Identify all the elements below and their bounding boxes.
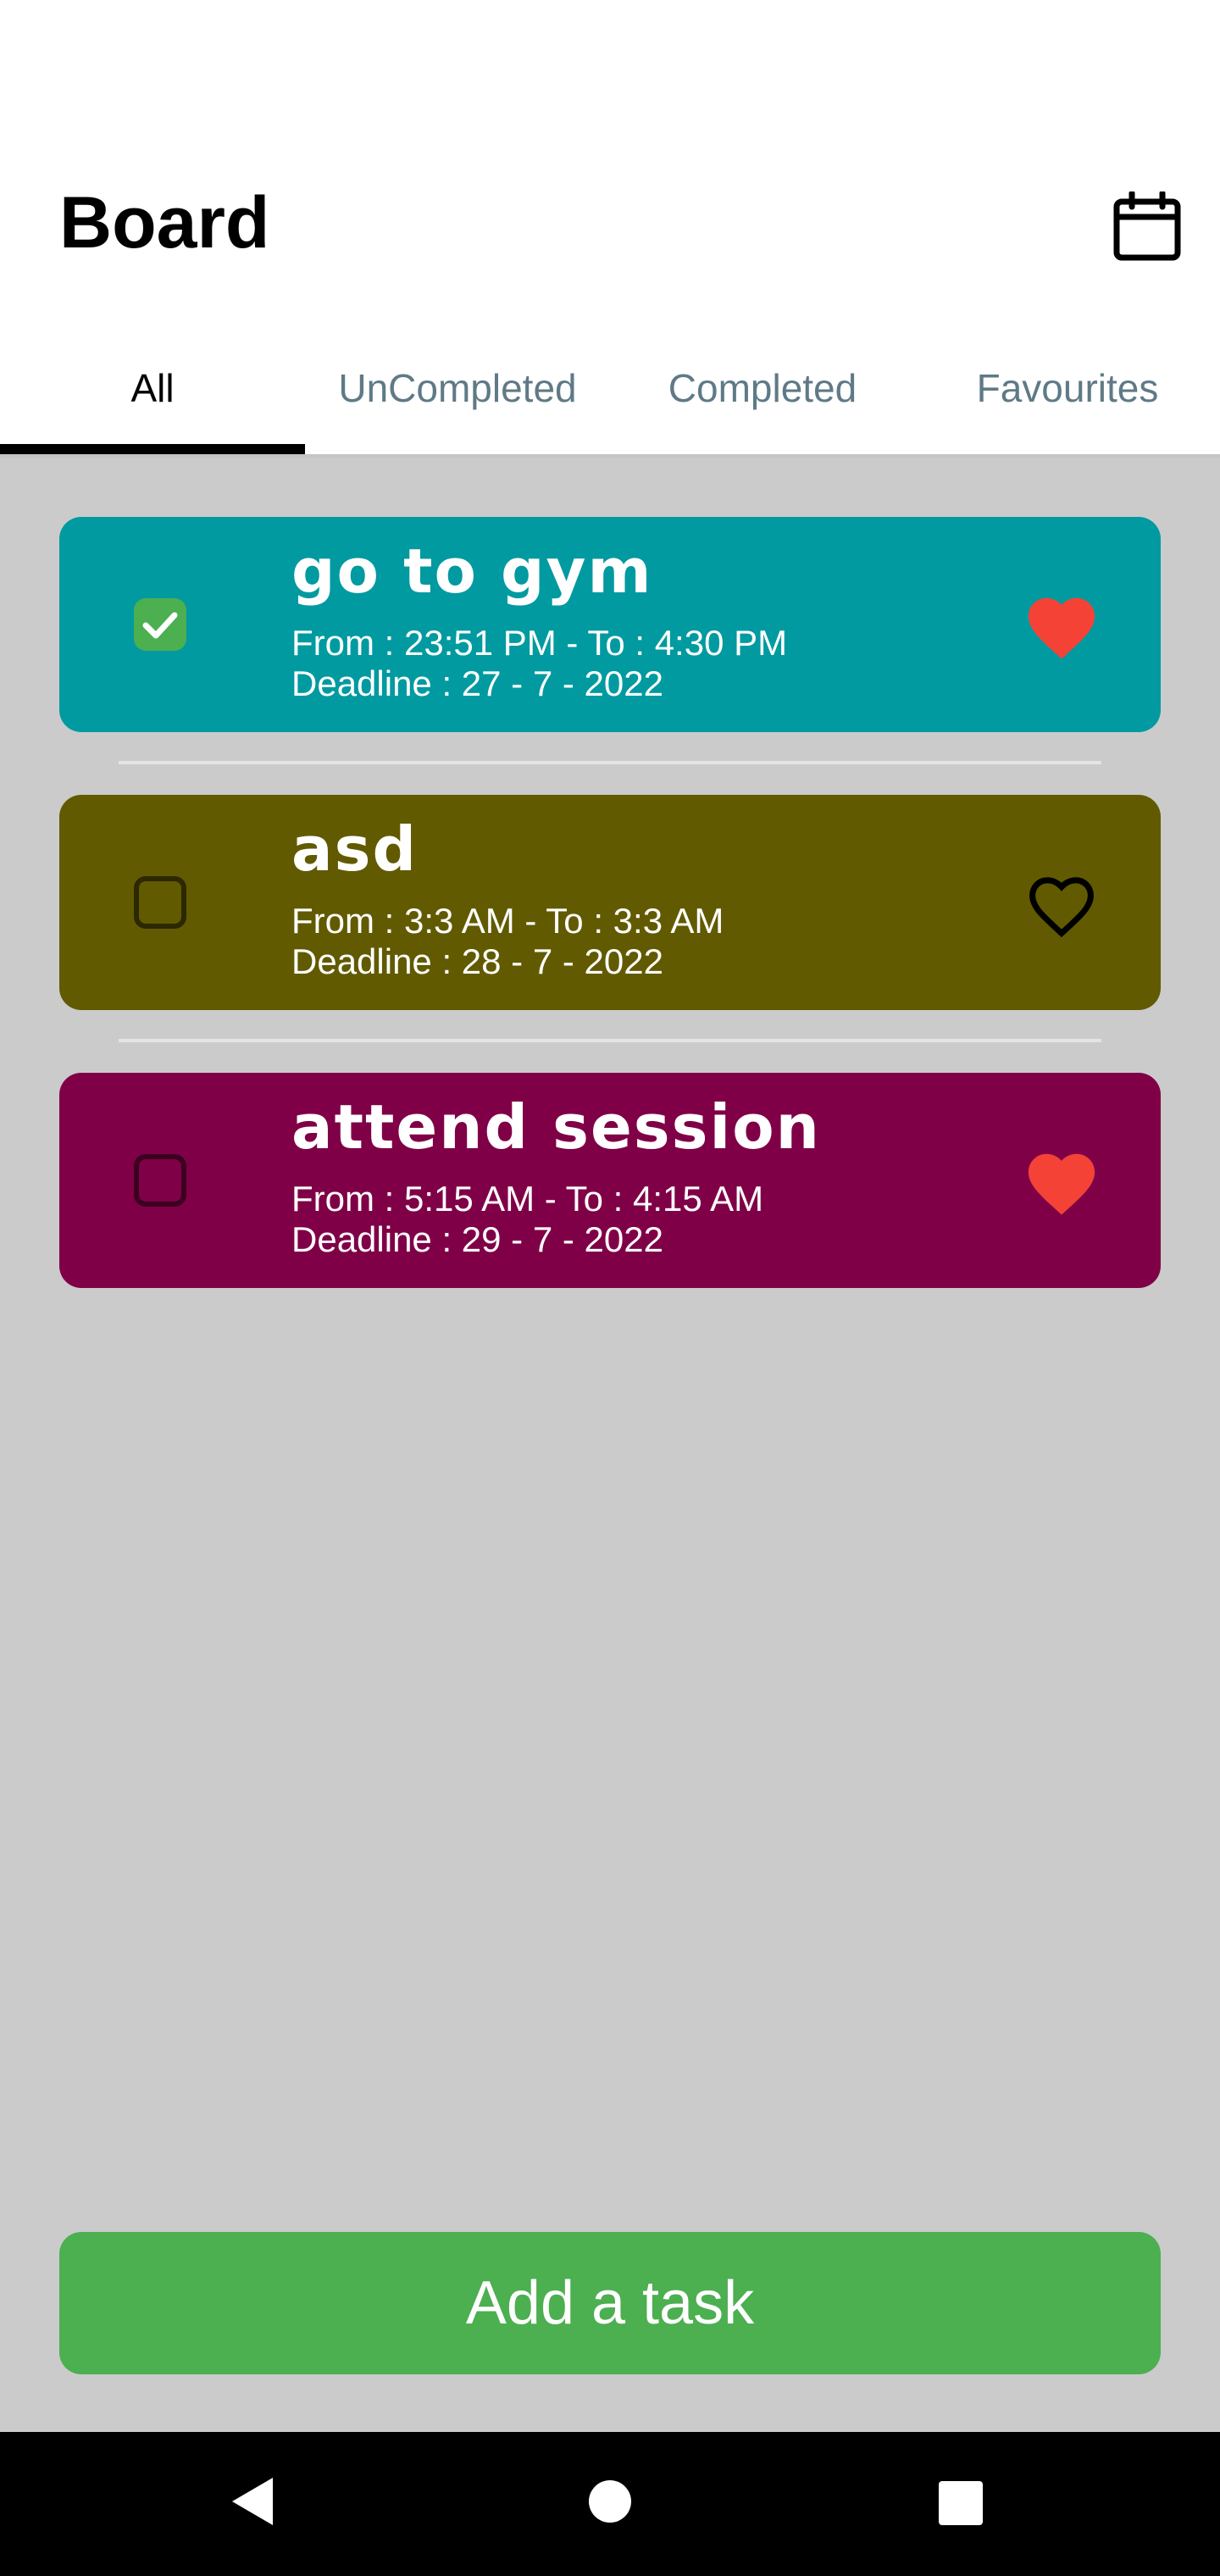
heart-filled-icon[interactable] — [1022, 588, 1101, 661]
task-card[interactable]: go to gym From : 23:51 PM - To : 4:30 PM… — [59, 517, 1161, 732]
tab-all[interactable]: All — [0, 322, 305, 454]
calendar-icon[interactable] — [1112, 190, 1183, 263]
task-title: go to gym — [291, 536, 653, 607]
system-nav-bar — [0, 2432, 1220, 2576]
tab-uncompleted[interactable]: UnCompleted — [305, 322, 610, 454]
task-checkbox[interactable] — [134, 598, 186, 651]
tab-indicator — [0, 444, 305, 454]
tab-favourites[interactable]: Favourites — [915, 322, 1220, 454]
task-time-range: From : 5:15 AM - To : 4:15 AM — [291, 1179, 764, 1219]
task-title: asd — [291, 813, 418, 885]
task-time-range: From : 3:3 AM - To : 3:3 AM — [291, 901, 724, 941]
divider — [119, 761, 1101, 764]
task-board: go to gym From : 23:51 PM - To : 4:30 PM… — [0, 458, 1220, 2432]
tab-completed[interactable]: Completed — [610, 322, 915, 454]
task-time-range: From : 23:51 PM - To : 4:30 PM — [291, 623, 788, 663]
status-bar — [0, 0, 1220, 136]
tab-bar: All UnCompleted Completed Favourites — [0, 322, 1220, 458]
home-circle-icon[interactable] — [588, 2479, 632, 2528]
task-card[interactable]: asd From : 3:3 AM - To : 3:3 AM Deadline… — [59, 795, 1161, 1010]
task-card[interactable]: attend session From : 5:15 AM - To : 4:1… — [59, 1073, 1161, 1288]
page-title: Board — [59, 182, 270, 264]
task-checkbox[interactable] — [134, 1154, 186, 1207]
check-icon — [142, 612, 178, 639]
heart-outline-icon[interactable] — [1022, 866, 1101, 939]
add-task-button[interactable]: Add a task — [59, 2232, 1161, 2374]
task-deadline: Deadline : 27 - 7 - 2022 — [291, 663, 663, 703]
heart-filled-icon[interactable] — [1022, 1144, 1101, 1217]
back-triangle-icon[interactable] — [229, 2476, 276, 2531]
app-bar: Board — [0, 136, 1220, 322]
divider — [119, 1039, 1101, 1042]
task-deadline: Deadline : 28 - 7 - 2022 — [291, 941, 663, 981]
task-checkbox[interactable] — [134, 876, 186, 929]
task-deadline: Deadline : 29 - 7 - 2022 — [291, 1219, 663, 1259]
task-title: attend session — [291, 1091, 821, 1163]
recents-square-icon[interactable] — [939, 2481, 983, 2529]
